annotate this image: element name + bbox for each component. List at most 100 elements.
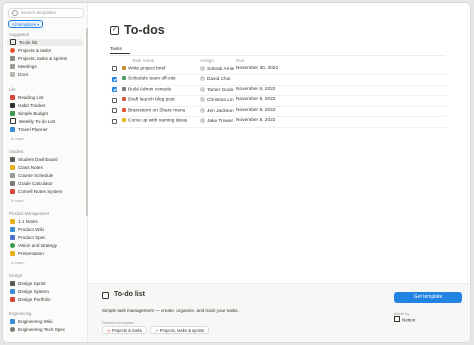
- section-title-student: Student: [9, 149, 24, 154]
- assignee-cell: Sohrab Amin: [200, 65, 234, 72]
- chip-label: Projects, tasks & sprints: [159, 328, 205, 333]
- sidebar-item-reading-list[interactable]: Reading List: [7, 94, 83, 101]
- sidebar-item-product-spec[interactable]: Product Spec: [7, 234, 83, 241]
- task-checkbox[interactable]: [112, 76, 117, 82]
- task-checkbox[interactable]: [112, 97, 117, 103]
- sidebar-item-label: Engineering Tech Spec: [18, 327, 66, 332]
- people-icon: [10, 219, 15, 224]
- task-checkbox[interactable]: [112, 118, 117, 124]
- sidebar-item-meetings[interactable]: Meetings: [7, 63, 83, 70]
- note-icon: [10, 189, 15, 194]
- sidebar-item-docs[interactable]: Docs: [7, 71, 83, 78]
- rocket-icon: [10, 56, 15, 61]
- sidebar-item-design-portfolio[interactable]: Design Portfolio: [7, 296, 83, 303]
- chip-label: Projects & tasks: [111, 328, 142, 333]
- sidebar-item-travel-planner[interactable]: Travel Planner: [7, 126, 83, 133]
- task-checkbox[interactable]: [112, 108, 117, 113]
- task-icon: [122, 76, 126, 80]
- sidebar-item-vision-strategy[interactable]: Vision and strategy: [7, 242, 83, 249]
- sidebar-item-product-wiki[interactable]: Product Wiki: [7, 226, 83, 233]
- sidebar-item-presentation[interactable]: Presentation: [7, 250, 83, 257]
- sidebar-item-projects-tasks-sprints[interactable]: Projects, tasks & sprints: [7, 55, 83, 62]
- task-name-cell: Come up with naming ideas: [122, 118, 187, 124]
- sidebar-item-label: Design Sprint: [18, 281, 46, 286]
- table-row[interactable]: Build Admin console Tamer Godo November 8,…: [110, 85, 446, 96]
- table-row[interactable]: Schedule team off-site David Choi: [110, 75, 446, 86]
- sidebar-item-1-1-notes[interactable]: 1:1 Notes: [7, 218, 83, 225]
- sidebar-item-label: Simple Budget: [18, 111, 48, 116]
- task-name-cell: Schedule team off-site: [122, 76, 176, 82]
- sidebar-item-student-dashboard[interactable]: Student Dashboard: [7, 156, 83, 163]
- sidebar-item-class-notes[interactable]: Class Notes: [7, 164, 83, 171]
- task-name: Write project brief: [128, 66, 166, 71]
- template-title: To-do list: [114, 291, 145, 298]
- related-template-projects-tasks[interactable]: ◎ Projects & tasks: [102, 326, 147, 334]
- sidebar-item-label: Product Spec: [18, 235, 46, 240]
- task-name: Draft launch blog post: [128, 97, 175, 103]
- palette-icon: [10, 289, 15, 294]
- task-checkbox[interactable]: [112, 66, 117, 71]
- section-title-design: Design: [9, 273, 23, 278]
- task-name-cell: Brainstorm on Share menu: [122, 107, 185, 113]
- related-template-projects-tasks-sprints[interactable]: ⇗ Projects, tasks & sprints: [150, 326, 210, 334]
- author-name: Notion: [402, 317, 416, 323]
- get-template-button[interactable]: Get template: [394, 292, 462, 303]
- sidebar: Search templates All templates ▾ Suggest…: [3, 3, 88, 342]
- sidebar-item-cornell-notes[interactable]: Cornell Notes System: [7, 188, 83, 195]
- sidebar-item-label: Reading List: [18, 95, 44, 100]
- sidebar-item-design-sprint[interactable]: Design Sprint: [7, 280, 83, 287]
- sidebar-item-simple-budget[interactable]: Simple Budget: [7, 110, 83, 117]
- section-title-life: Life: [9, 87, 16, 92]
- sidebar-item-grade-calculator[interactable]: Grade Calculator: [7, 180, 83, 187]
- search-placeholder: Search templates: [21, 10, 57, 15]
- made-by-author[interactable]: Notion: [394, 316, 415, 323]
- table-row[interactable]: Come up with naming ideas Jake Trower Nove…: [110, 117, 446, 128]
- notion-logo-icon: [394, 316, 400, 322]
- dashboard-icon: [10, 157, 15, 162]
- sidebar-item-label: Meetings: [18, 64, 37, 69]
- template-description: Simple task management — create, organiz…: [102, 308, 239, 313]
- search-input[interactable]: Search templates: [8, 8, 84, 18]
- column-header-task-name: Task name: [132, 58, 155, 63]
- template-info-panel: To-do list Simple task management — crea…: [88, 283, 470, 342]
- avatar: [200, 86, 205, 92]
- sidebar-item-weekly-to-do[interactable]: Weekly To-do List: [7, 118, 83, 125]
- assignee-name: David Choi: [207, 77, 231, 82]
- book-icon: [10, 95, 15, 100]
- task-checkbox[interactable]: [112, 87, 117, 92]
- all-templates-dropdown[interactable]: All templates ▾: [8, 20, 44, 28]
- sidebar-item-design-system[interactable]: Design System: [7, 288, 83, 295]
- sidebar-item-engineering-wiki[interactable]: Engineering Wiki: [7, 318, 83, 325]
- checkbox-icon: ✓: [110, 26, 119, 35]
- sidebar-item-label: Design System: [18, 289, 49, 294]
- task-name: Come up with naming ideas: [128, 118, 188, 124]
- sidebar-item-label: Docs: [18, 72, 29, 77]
- assignee-cell: David Choi: [200, 76, 234, 82]
- sidebar-item-label: Cornell Notes System: [18, 189, 63, 194]
- product-more-link[interactable]: 4 more...: [11, 260, 27, 265]
- student-more-link[interactable]: 8 more...: [11, 198, 27, 203]
- life-more-link[interactable]: 8 more...: [11, 136, 27, 141]
- gear-icon: [10, 327, 15, 332]
- table-row[interactable]: Draft launch blog post Christina Lin Novem…: [110, 96, 446, 107]
- due-date: November 8, 2022: [236, 118, 276, 123]
- sidebar-item-engineering-tech-spec[interactable]: Engineering Tech Spec: [7, 326, 83, 333]
- task-icon: [122, 65, 126, 70]
- due-date: November 8, 2022: [236, 97, 276, 102]
- table-row[interactable]: Write project brief Sohrab Amin November 3…: [110, 64, 446, 75]
- sidebar-item-habit-tracker[interactable]: Habit Tracker: [7, 102, 83, 109]
- sidebar-item-to-do-list[interactable]: To-do list: [7, 39, 83, 46]
- sidebar-item-label: Grade Calculator: [18, 181, 53, 186]
- sidebar-item-projects-tasks[interactable]: Projects & tasks: [7, 47, 83, 54]
- checkbox-icon: [10, 118, 16, 124]
- template-preview: ✓ To-dos Tasks Task name Assign Due Writ…: [88, 3, 470, 283]
- assignee-name: Christina Lin: [207, 98, 234, 103]
- sidebar-item-label: Projects, tasks & sprints: [18, 56, 68, 61]
- sidebar-item-label: Travel Planner: [18, 127, 48, 132]
- sidebar-item-label: Student Dashboard: [18, 157, 58, 162]
- page-title: To-dos: [124, 23, 165, 37]
- avatar: [200, 76, 205, 81]
- tab-tasks[interactable]: Tasks: [110, 46, 130, 54]
- sidebar-item-course-schedule[interactable]: Course Schedule: [7, 172, 83, 179]
- table-row[interactable]: Brainstorm on Share menu Jen Jackson Novem…: [110, 106, 446, 117]
